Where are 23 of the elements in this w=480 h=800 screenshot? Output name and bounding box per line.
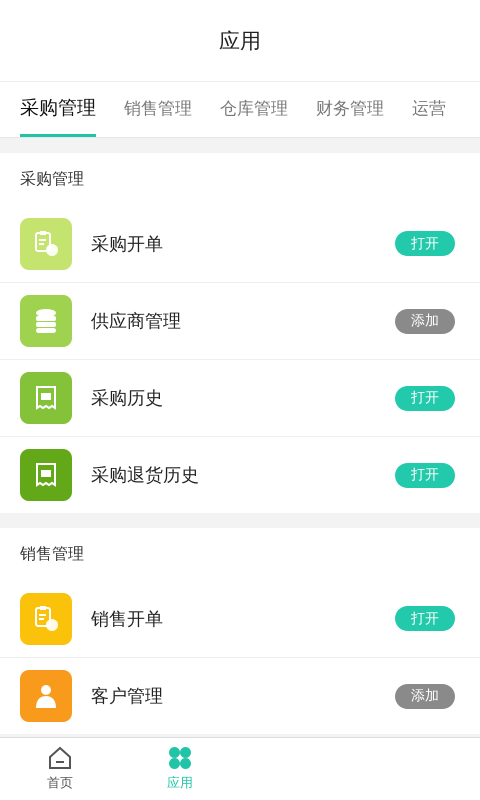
open-button[interactable]: 打开	[395, 606, 455, 631]
section-title: 采购管理	[20, 168, 84, 190]
nav-tab[interactable]: 应用	[120, 738, 240, 800]
app-name: 客户管理	[91, 685, 164, 708]
app-name: 供应商管理	[91, 310, 182, 333]
home-icon	[48, 746, 72, 770]
app-name: 采购历史	[91, 387, 164, 410]
open-button[interactable]: 打开	[395, 231, 455, 256]
nav-tab[interactable]: 首页	[0, 738, 120, 800]
open-button[interactable]: 打开	[395, 386, 455, 410]
category-tab[interactable]: 运营	[412, 82, 446, 137]
category-tab[interactable]: 仓库管理	[220, 82, 288, 137]
app-name: 销售开单	[91, 608, 164, 630]
category-tab[interactable]: 财务管理	[316, 82, 384, 137]
app-name: 采购开单	[91, 232, 164, 256]
page-title: 应用	[219, 28, 261, 54]
clover-icon	[168, 746, 192, 770]
add-button[interactable]: 添加	[395, 308, 455, 334]
app-name: 采购退货历史	[91, 464, 200, 487]
add-button[interactable]: 添加	[395, 684, 455, 708]
section-title: 销售管理	[20, 544, 84, 564]
open-button[interactable]: 打开	[395, 462, 455, 488]
category-tab[interactable]: 销售管理	[124, 82, 192, 137]
